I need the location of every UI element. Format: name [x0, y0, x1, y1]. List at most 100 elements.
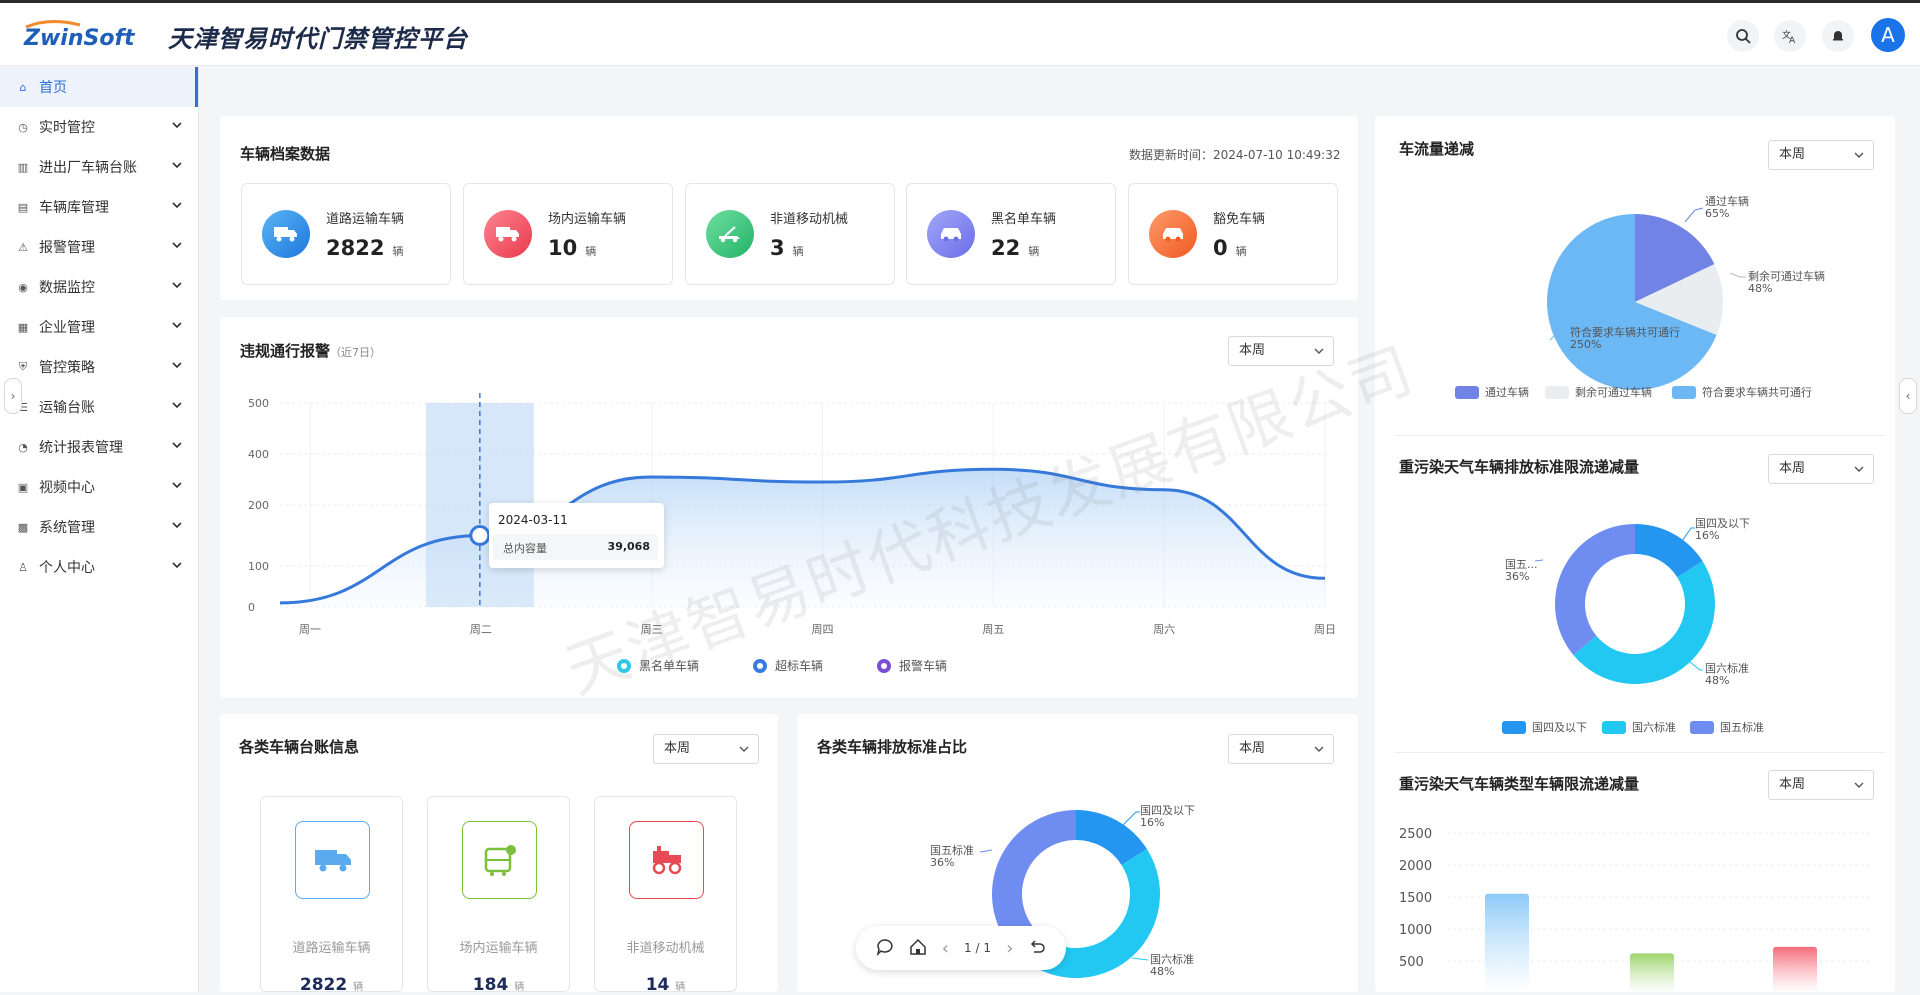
truck-icon — [484, 210, 532, 258]
emission-limit-donut[interactable]: 国四及以下16%国六标准48%国五...36%国四及以下 国六标准 国五标准 — [1395, 498, 1885, 738]
stat-exempt-vehicles[interactable]: 豁免车辆 0辆 — [1128, 183, 1338, 285]
undo-icon[interactable] — [1028, 938, 1046, 959]
bar[interactable] — [1630, 953, 1674, 992]
right-panel-handle[interactable]: ‹ — [1899, 378, 1917, 414]
avatar[interactable]: A — [1871, 18, 1905, 52]
stat-value: 22 辆 — [991, 236, 1039, 260]
legend-item[interactable]: 国五标准 — [1690, 720, 1764, 734]
sidebar-item-vehicle-library[interactable]: ▤ 车辆库管理 — [0, 187, 198, 227]
chevron-down-icon — [1314, 746, 1324, 752]
emission-limit-select[interactable]: 本周 — [1768, 454, 1874, 484]
violation-area-chart[interactable]: 500 400 200 100 0 周一 周二 周三 周四 周五 周六 周日 — [230, 380, 1350, 640]
crane-icon — [706, 210, 754, 258]
legend-overstandard[interactable]: 超标车辆 — [753, 657, 823, 674]
legend-blacklist[interactable]: 黑名单车辆 — [617, 657, 699, 674]
legend-swatch — [1672, 386, 1696, 399]
doc-icon: ▤ — [17, 200, 29, 214]
stat-number: 3 — [770, 236, 785, 260]
chevron-down-icon — [172, 322, 182, 329]
legend-label: 国五标准 — [1720, 720, 1764, 734]
y-tick-label: 2500 — [1399, 827, 1432, 842]
legend-item[interactable]: 剩余可通过车辆 — [1545, 385, 1652, 399]
traffic-pie-chart[interactable]: 通过车辆65%剩余可通过车辆48%符合要求车辆共可通行250%通过车辆 剩余可通过… — [1395, 180, 1885, 420]
slice-name: 国五标准 — [930, 843, 974, 857]
sidebar-item-transport-ledger[interactable]: ☰ 运输台账 — [0, 387, 198, 427]
sidebar-item-monitoring[interactable]: ◉ 数据监控 — [0, 267, 198, 307]
violation-range-select[interactable]: 本周 — [1228, 336, 1334, 366]
slice-label: 国五标准36% — [930, 843, 993, 869]
stat-value: 2822 辆 — [326, 236, 403, 260]
sidebar-item-label: 报警管理 — [39, 240, 95, 256]
stat-label: 场内运输车辆 — [548, 212, 627, 227]
sidebar-item-label: 个人中心 — [39, 560, 95, 576]
legend-alarm[interactable]: 报警车辆 — [877, 657, 947, 674]
zwinsoft-logo[interactable]: ZwinSoft — [20, 17, 160, 53]
select-value: 本周 — [664, 741, 691, 756]
pie-slice[interactable] — [1555, 524, 1635, 655]
stat-yard-vehicles[interactable]: 场内运输车辆 10 辆 — [463, 183, 673, 285]
chevron-down-icon — [172, 522, 182, 529]
chevron-down-icon — [172, 482, 182, 489]
bar[interactable] — [1485, 893, 1529, 992]
violation-subtitle: （近7日） — [330, 346, 382, 359]
language-button[interactable]: 文A — [1774, 20, 1806, 52]
stat-number: 2822 — [326, 236, 385, 260]
sidebar-item-enterprise[interactable]: ▦ 企业管理 — [0, 307, 198, 347]
stat-blacklist-vehicles[interactable]: 黑名单车辆 22 辆 — [906, 183, 1116, 285]
search-icon — [1736, 29, 1751, 44]
traffic-range-select[interactable]: 本周 — [1768, 140, 1874, 170]
x-tick-label: 周五 — [982, 623, 1004, 636]
legend-item[interactable]: 符合要求车辆共可通行 — [1672, 385, 1812, 399]
ledger-range-select[interactable]: 本周 — [653, 734, 759, 764]
sidebar-item-home[interactable]: ⌂ 首页 — [0, 67, 198, 107]
slice-percent: 16% — [1695, 529, 1719, 542]
type-limit-select[interactable]: 本周 — [1768, 770, 1874, 800]
stat-unit: 辆 — [1235, 245, 1247, 258]
legend-label: 黑名单车辆 — [639, 659, 700, 673]
ledger-yard-vehicles[interactable]: 场内运输车辆 184 辆 — [427, 796, 570, 995]
legend-label: 报警车辆 — [899, 659, 948, 673]
stat-non-road-machinery[interactable]: 非道移动机械 3辆 — [685, 183, 895, 285]
ledger-number: 184 — [472, 975, 509, 995]
sidebar-item-reports[interactable]: ◔ 统计报表管理 — [0, 427, 198, 467]
prev-page-icon[interactable]: ‹ — [942, 938, 949, 959]
comment-icon[interactable] — [876, 938, 894, 959]
notification-button[interactable] — [1822, 20, 1854, 52]
chevron-down-icon — [172, 242, 182, 249]
clock-icon: ◷ — [18, 120, 28, 134]
type-limit-bar-chart[interactable]: 2500 2000 1500 1000 500 — [1395, 815, 1885, 992]
chevron-down-icon — [172, 442, 182, 449]
legend-label: 国六标准 — [1632, 720, 1676, 734]
ledger-number: 2822 — [299, 975, 348, 995]
sidebar-item-vehicle-ledger[interactable]: ▥ 进出厂车辆台账 — [0, 147, 198, 187]
x-tick-label: 周四 — [812, 623, 834, 636]
sidebar-item-profile[interactable]: ♙ 个人中心 — [0, 547, 198, 587]
chevron-down-icon — [172, 162, 182, 169]
legend-item[interactable]: 通过车辆 — [1455, 385, 1529, 399]
legend-item[interactable]: 国四及以下 — [1502, 721, 1587, 734]
bar[interactable] — [1773, 946, 1817, 992]
legend-label: 符合要求车辆共可通行 — [1702, 385, 1812, 399]
slice-percent: 16% — [1140, 816, 1164, 829]
ledger-non-road-machinery[interactable]: 非道移动机械 14 辆 — [594, 796, 737, 995]
chevron-down-icon — [172, 402, 182, 409]
car-icon — [1149, 210, 1197, 258]
stat-number: 10 — [548, 236, 578, 260]
sidebar-item-video[interactable]: ▣ 视频中心 — [0, 467, 198, 507]
search-button[interactable] — [1727, 20, 1759, 52]
home-icon[interactable] — [909, 938, 927, 959]
sidebar-item-policy[interactable]: ⛨ 管控策略 — [0, 347, 198, 387]
x-tick-label: 周一 — [299, 623, 321, 636]
legend-item[interactable]: 国六标准 — [1602, 720, 1676, 734]
sidebar-collapse-handle[interactable]: › — [4, 378, 22, 414]
ledger-road-vehicles[interactable]: 道路运输车辆 2822 辆 — [260, 796, 403, 995]
chevron-down-icon — [172, 362, 182, 369]
emission-share-select[interactable]: 本周 — [1228, 734, 1334, 764]
tooltip-label: 总内容量 — [503, 542, 547, 555]
next-page-icon[interactable]: › — [1006, 938, 1013, 959]
sidebar-item-system[interactable]: ▩ 系统管理 — [0, 507, 198, 547]
sidebar-item-alarm[interactable]: ⚠ 报警管理 — [0, 227, 198, 267]
stat-road-vehicles[interactable]: 道路运输车辆 2822 辆 — [241, 183, 451, 285]
sidebar-item-realtime[interactable]: ◷ 实时管控 — [0, 107, 198, 147]
grid-icon: ▩ — [17, 520, 29, 534]
